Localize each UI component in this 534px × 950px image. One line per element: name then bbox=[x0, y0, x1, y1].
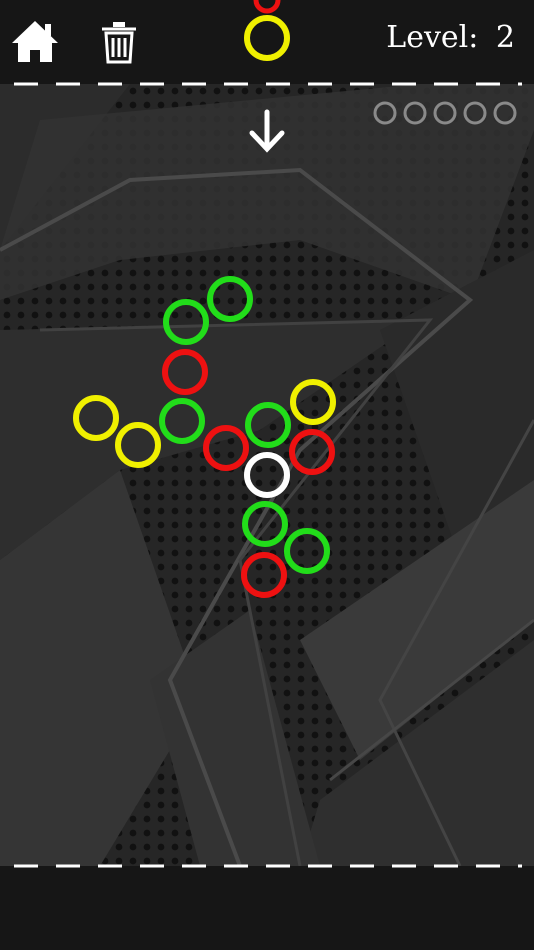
level-label: Level: bbox=[386, 20, 478, 55]
level-number: 2 bbox=[496, 20, 515, 55]
game-board[interactable]: Level: 2 bbox=[0, 0, 534, 950]
level-indicator: Level: 2 bbox=[386, 20, 515, 55]
trash-icon[interactable] bbox=[102, 22, 136, 64]
bottom-bar bbox=[0, 866, 534, 950]
